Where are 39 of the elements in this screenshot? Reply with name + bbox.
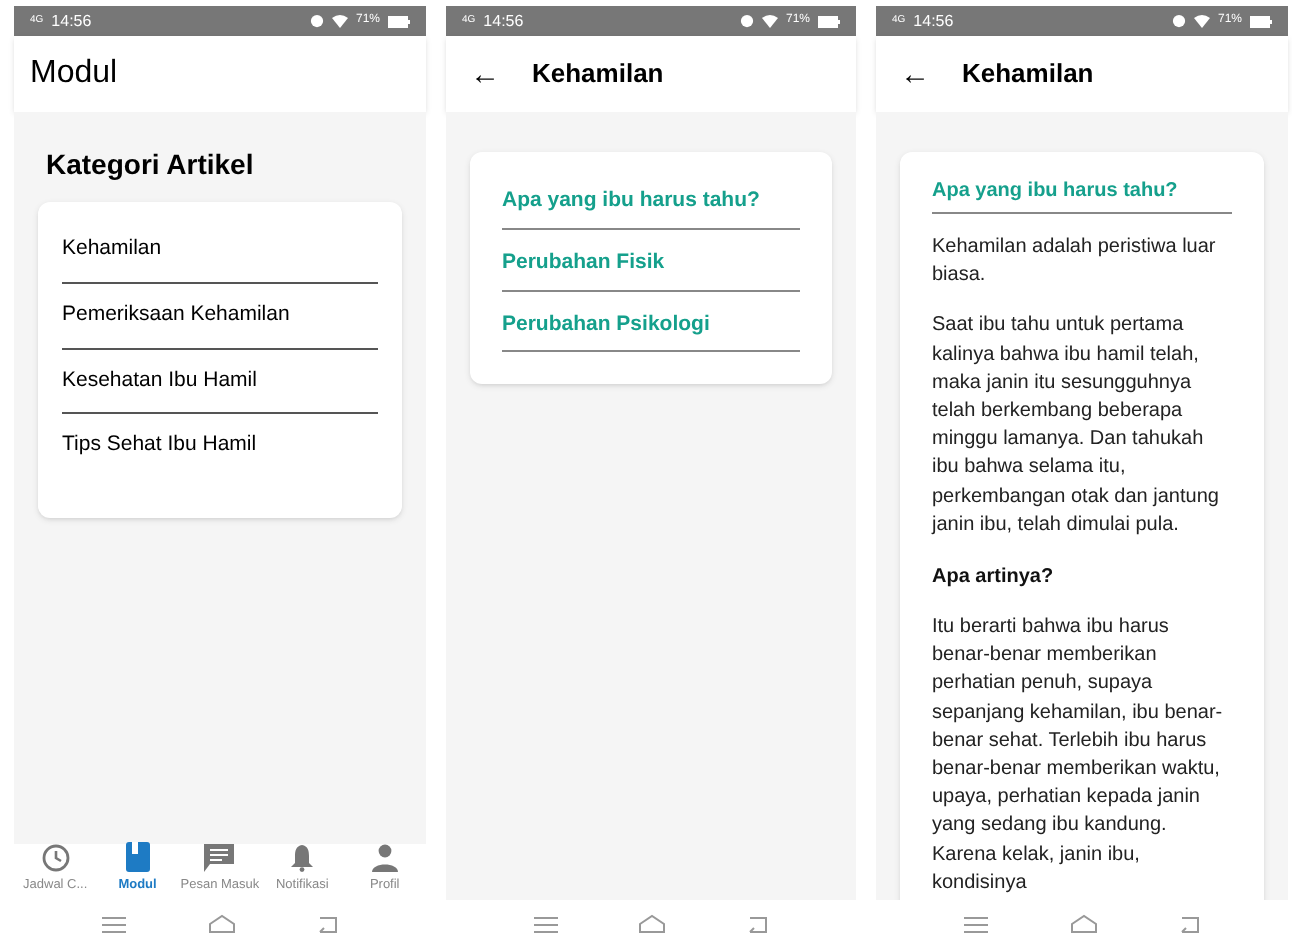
wifi-icon [761,14,778,28]
battery-icon [1250,15,1272,27]
bell-icon [290,844,315,873]
category-item[interactable]: Kesehatan Ibu Hamil [62,349,378,415]
home-icon[interactable] [207,914,236,934]
wifi-icon [1193,14,1210,28]
battery-icon [818,15,840,27]
article-subheading: Apa artinya? [932,564,1056,593]
category-item[interactable]: Pemeriksaan Kehamilan [62,283,378,349]
home-icon[interactable] [1069,914,1098,934]
back-icon[interactable] [747,915,768,933]
category-item[interactable]: Kehamilan [62,218,378,284]
battery-icon [388,15,410,27]
back-button[interactable]: ← [470,59,500,89]
menu-icon[interactable] [102,915,127,933]
menu-icon[interactable] [534,915,559,933]
article-link[interactable]: Perubahan Psikologi [502,299,800,353]
article-link[interactable]: Apa yang ibu harus tahu? [502,176,800,230]
back-button[interactable]: ← [900,59,930,89]
category-item[interactable]: Tips Sehat Ibu Hamil [62,414,378,478]
status-time: 14:56 [913,9,954,33]
article-heading: Apa yang ibu harus tahu? [932,176,1232,214]
status-time: 14:56 [483,9,524,33]
article-paragraph: Saat ibu tahu untuk pertama kalinya bahwa ibu hamil telah, maka janin itu sesungguhnya telah berkembang beberapa minggu lamanya. Dan tahukah ibu bahwa selama itu, perkembangan otak dan jantung janin ibu, telah dimulai pula. [932,312,1221,540]
screen-title: Modul [30,54,118,94]
person-icon [371,844,398,873]
back-icon[interactable] [1179,915,1200,933]
article-link[interactable]: Perubahan Fisik [502,237,800,291]
article-paragraph: Itu berarti bahwa ibu harus benar-benar memberikan perhatian penuh, supaya sepanjang kehamilan, ibu benar-benar sehat. Terlebih ibu harus benar-benar memberikan waktu, upaya, perhatian kepada janin yang sedang ibu kandung. Karena kelak, janin ibu, kondisinya [932,614,1225,898]
menu-icon[interactable] [964,915,989,933]
screen-title: Kehamilan [532,56,664,93]
article-paragraph: Kehamilan adalah peristiwa luar biasa. [932,234,1218,291]
wifi-icon [331,14,348,28]
clock-icon [41,844,70,873]
status-time: 14:56 [51,9,92,33]
section-title: Kategori Artikel [44,146,256,184]
back-icon[interactable] [317,915,338,933]
screen-title: Kehamilan [962,56,1094,93]
home-icon[interactable] [638,914,667,934]
